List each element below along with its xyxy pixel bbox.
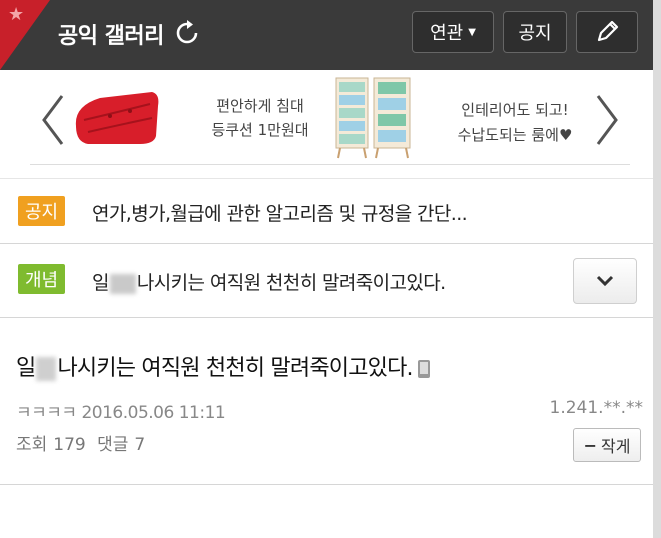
refresh-icon[interactable] — [174, 20, 200, 46]
write-button[interactable] — [576, 11, 638, 53]
ad-text-left-line2: 등쿠션 1만원대 — [211, 121, 309, 139]
notice-row[interactable]: 공지 연가,병가,월급에 관한 알고리즘 및 규정을 간단... — [0, 178, 653, 244]
font-smaller-button[interactable]: − 작게 — [573, 428, 641, 462]
ad-text-right-line1: 인테리어도 되고! — [461, 101, 569, 119]
mobile-phone-icon — [417, 360, 430, 378]
concept-row[interactable]: 개념 일 나시키는 여직원 천천히 말려죽이고있다. — [0, 244, 653, 318]
post-author[interactable]: ㅋㅋㅋㅋ — [16, 403, 77, 423]
post-author-date: ㅋㅋㅋㅋ 2016.05.06 11:11 — [16, 398, 226, 423]
notice-button[interactable]: 공지 — [503, 11, 567, 53]
notice-tag: 공지 — [18, 196, 66, 226]
ad-text-right[interactable]: 인테리어도 되고! 수납도되는 룸에♥ — [430, 98, 600, 148]
scroll-edge — [653, 0, 661, 538]
concept-text-prefix: 일 — [92, 272, 109, 294]
post-ip: 1.241.**.** — [549, 398, 643, 418]
redacted-blur — [109, 273, 136, 294]
comments-count: 7 — [134, 435, 146, 455]
post-header: 일 나시키는 여직원 천천히 말려죽이고있다. ㅋㅋㅋㅋ 2016.05.06 1… — [0, 320, 653, 485]
cabinet-image[interactable] — [332, 76, 414, 160]
star-icon[interactable]: ★ — [8, 4, 24, 25]
post-title: 일 나시키는 여직원 천천히 말려죽이고있다. — [16, 350, 431, 382]
ad-text-left[interactable]: 편안하게 침대 등쿠션 1만원대 — [185, 94, 335, 142]
post-stats: 조회 179 댓글 7 — [16, 430, 151, 455]
comments-label: 댓글 — [97, 435, 129, 455]
ad-banner[interactable]: 편안하게 침대 등쿠션 1만원대 인테리어도 되고! 수납도되는 룸에♥ — [30, 72, 630, 165]
post-title-suffix: 나시키는 여직원 천천히 말려죽이고있다. — [57, 356, 413, 381]
concept-tag: 개념 — [18, 264, 66, 294]
caret-down-icon: ▼ — [468, 26, 476, 38]
app-header: ★ 공익 갤러리 연관 ▼ 공지 — [0, 0, 661, 70]
views-label: 조회 — [16, 435, 48, 455]
views-count: 179 — [53, 435, 86, 455]
expand-button[interactable] — [573, 258, 637, 304]
post-title-prefix: 일 — [16, 356, 36, 381]
arrow-left-icon[interactable] — [38, 92, 68, 148]
font-smaller-label: 작게 — [600, 437, 631, 456]
ad-text-left-line1: 편안하게 침대 — [216, 97, 304, 115]
chevron-down-icon — [596, 275, 614, 287]
post-datetime: 2016.05.06 11:11 — [81, 403, 226, 423]
concept-text[interactable]: 일 나시키는 여직원 천천히 말려죽이고있다. — [92, 268, 446, 295]
arrow-right-icon[interactable] — [592, 92, 622, 148]
related-label: 연관 — [430, 23, 464, 44]
cushion-image[interactable] — [70, 86, 162, 150]
related-button[interactable]: 연관 ▼ — [412, 11, 494, 53]
pencil-icon — [597, 20, 619, 42]
gallery-title[interactable]: 공익 갤러리 — [58, 18, 164, 50]
redacted-blur — [36, 357, 57, 381]
notice-text[interactable]: 연가,병가,월급에 관한 알고리즘 및 규정을 간단... — [92, 199, 468, 226]
minus-icon: − — [583, 435, 597, 455]
notice-label: 공지 — [518, 23, 552, 44]
concept-text-suffix: 나시키는 여직원 천천히 말려죽이고있다. — [136, 272, 446, 294]
ad-text-right-line2: 수납도되는 룸에♥ — [457, 126, 573, 144]
